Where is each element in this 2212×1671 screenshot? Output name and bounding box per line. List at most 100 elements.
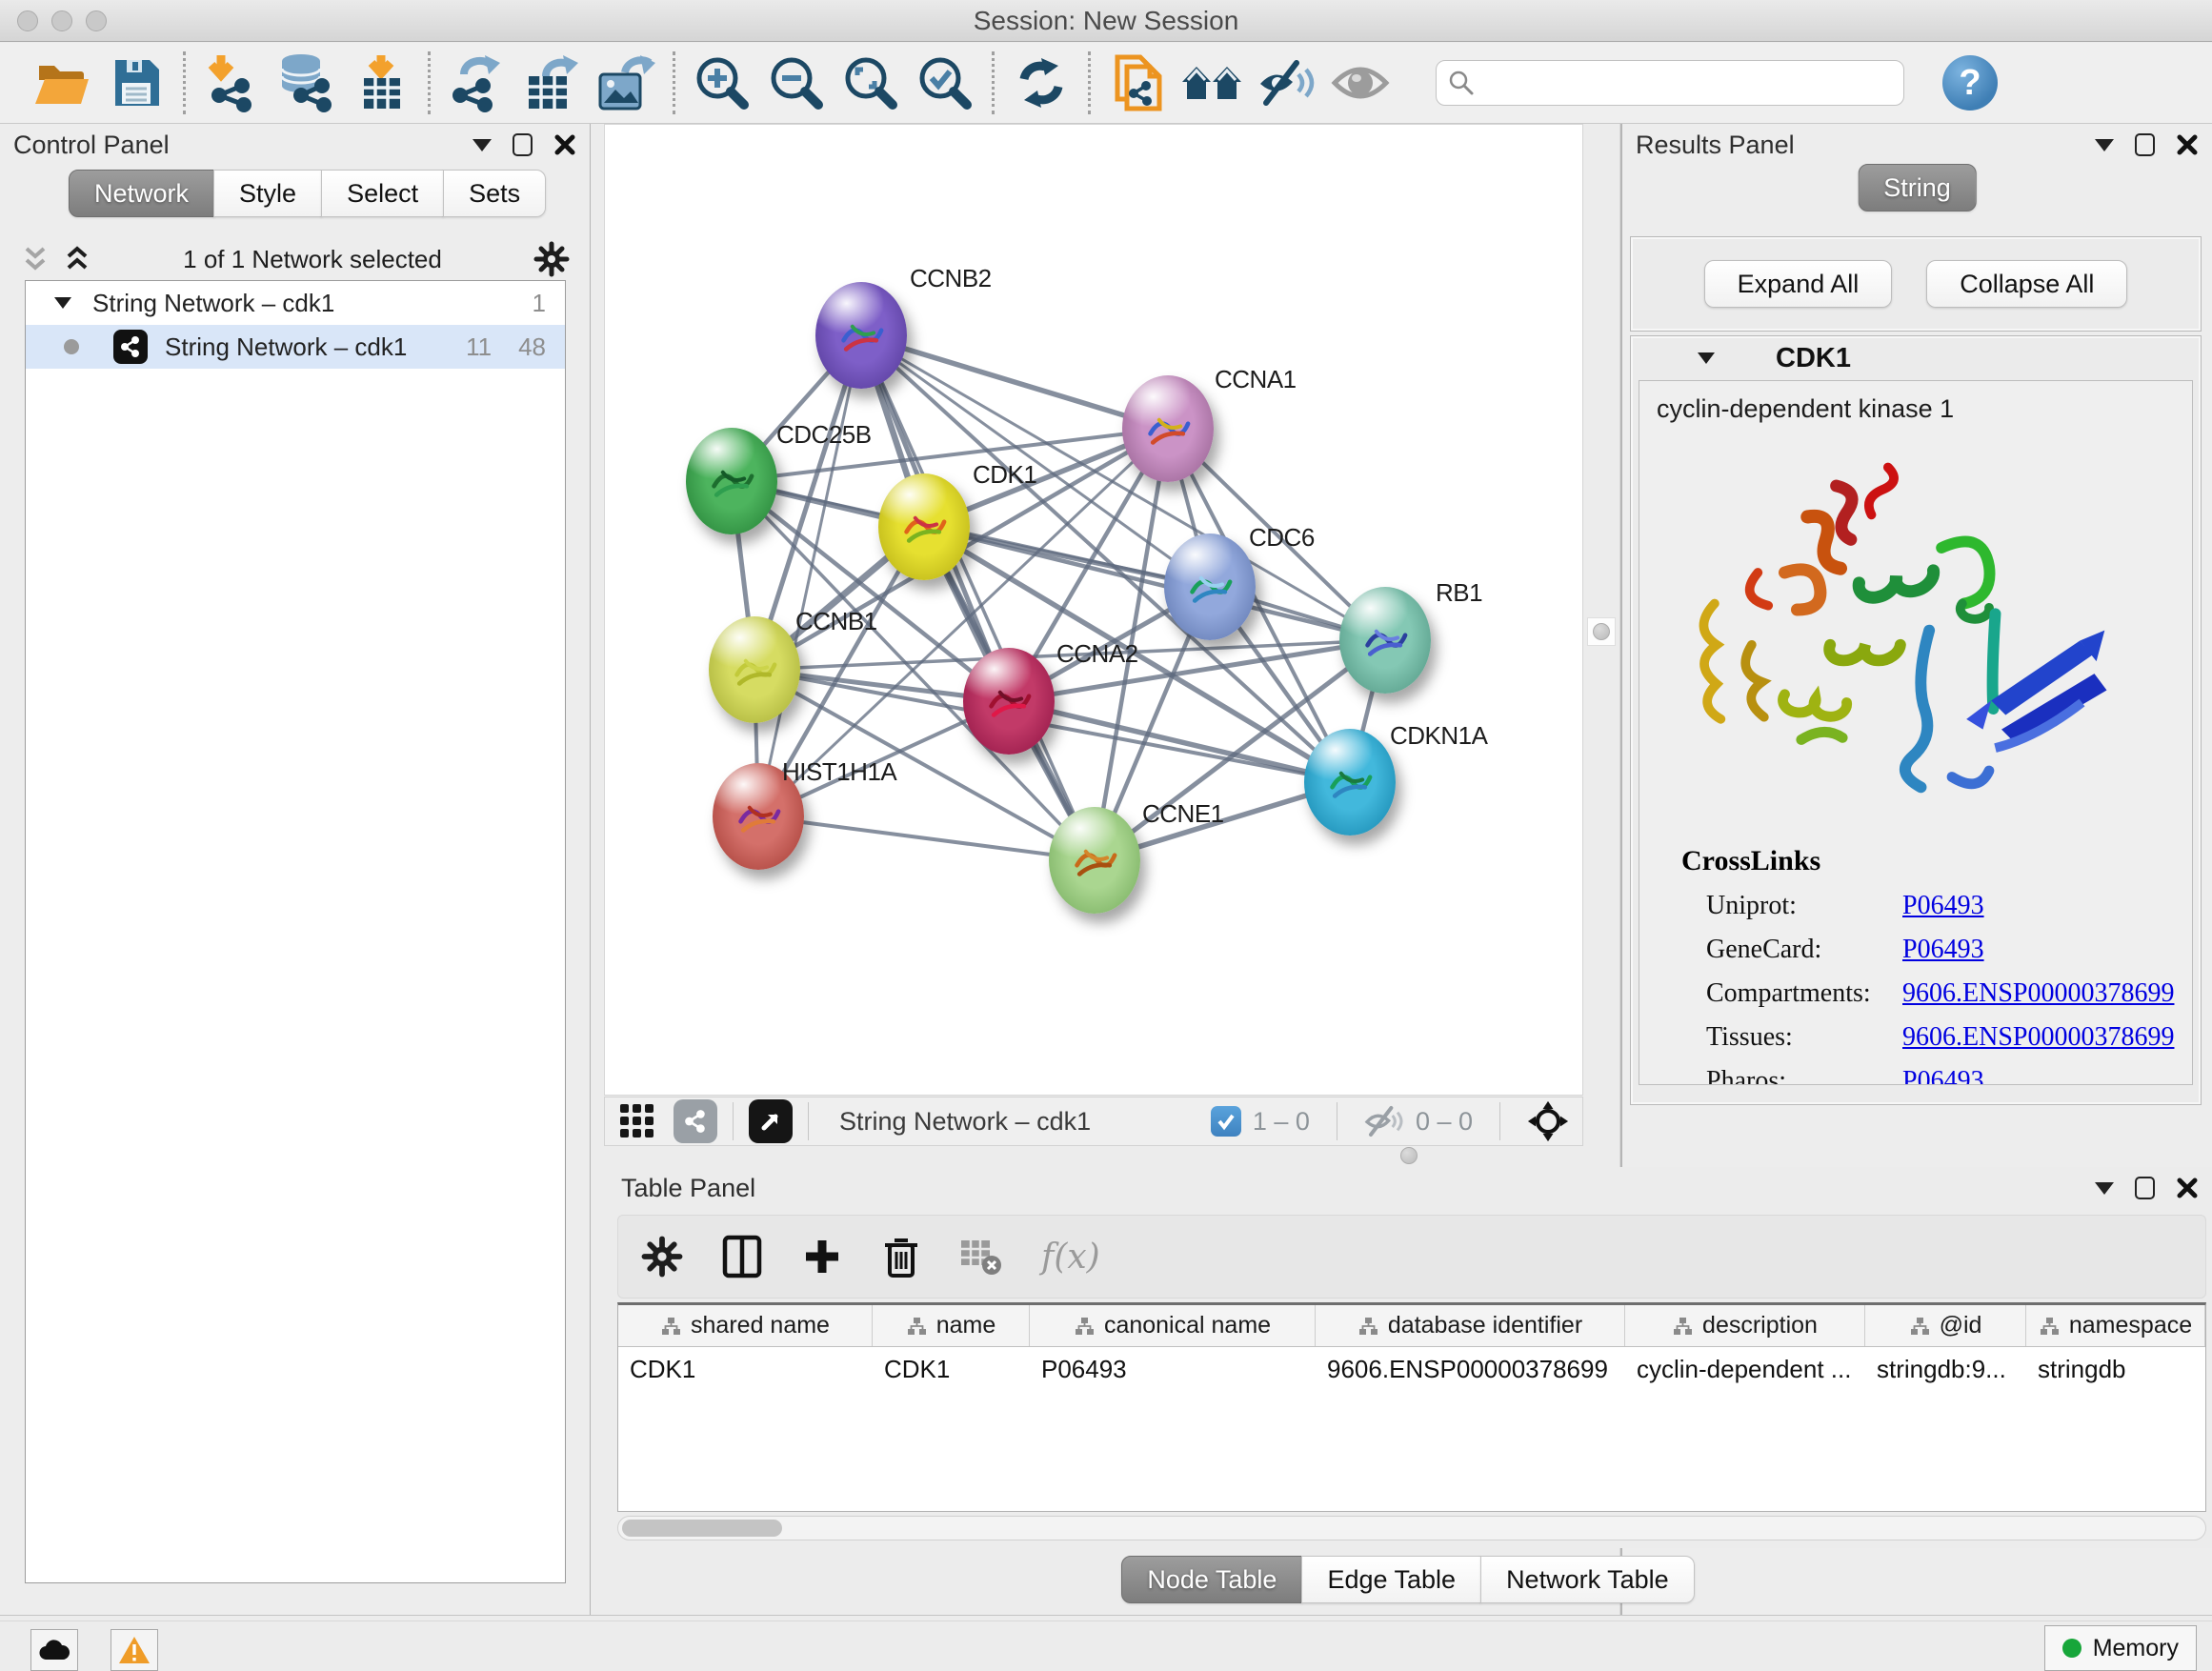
node-ccna2[interactable] [963, 648, 1055, 755]
crosslink-link[interactable]: 9606.ENSP00000378699 [1902, 978, 2174, 1009]
column-header-at-id[interactable]: @id [1865, 1305, 2026, 1346]
tab-string[interactable]: String [1858, 164, 1977, 211]
import-network-database-button[interactable] [270, 47, 344, 119]
show-hidden-button[interactable] [1323, 47, 1398, 119]
node-cdkn1a[interactable] [1304, 729, 1396, 836]
edge-CDK1-RB1[interactable] [924, 527, 1385, 640]
function-builder-button[interactable]: f(x) [1041, 1238, 1100, 1277]
node-ccna1[interactable] [1122, 375, 1214, 482]
panel-float-icon[interactable] [2135, 133, 2155, 156]
zoom-out-button[interactable] [759, 47, 834, 119]
warning-button[interactable] [111, 1629, 158, 1671]
tab-network[interactable]: Network [69, 170, 214, 217]
edge-CCNE1-HIST1H1A[interactable] [758, 816, 1095, 860]
table-cell[interactable]: stringdb:9... [1865, 1347, 2026, 1391]
node-rb1[interactable] [1339, 587, 1431, 694]
import-network-file-button[interactable] [195, 47, 270, 119]
vertical-splitter-handle[interactable] [1587, 617, 1616, 646]
apply-layout-button[interactable] [1004, 47, 1078, 119]
collapse-all-button[interactable]: Collapse All [1926, 260, 2127, 308]
table-cell[interactable]: cyclin-dependent ... [1625, 1347, 1865, 1391]
tab-select[interactable]: Select [321, 170, 444, 217]
hide-selected-button[interactable] [1249, 47, 1323, 119]
node-cdc6[interactable] [1164, 534, 1256, 640]
panel-close-icon[interactable] [2176, 1177, 2199, 1199]
edge-CCNB2-CCNA1[interactable] [861, 335, 1168, 429]
expand-all-icon[interactable] [63, 245, 91, 273]
selected-checkbox[interactable] [1211, 1106, 1241, 1137]
open-session-button[interactable] [25, 47, 99, 119]
node-label-cdc6: CDC6 [1249, 523, 1315, 553]
birdseye-view-button[interactable] [749, 1099, 793, 1143]
column-header-namespace[interactable]: namespace [2026, 1305, 2205, 1346]
node-ccnb2[interactable] [815, 282, 907, 389]
delete-table-icon[interactable] [959, 1237, 1003, 1277]
node-cdk1[interactable] [878, 473, 970, 580]
network-selection-status: 1 of 1 Network selected [91, 245, 533, 274]
table-row[interactable]: CDK1CDK1P064939606.ENSP00000378699cyclin… [618, 1347, 2205, 1391]
horizontal-splitter-handle[interactable] [1393, 1145, 1425, 1166]
collapse-all-icon[interactable] [21, 245, 50, 273]
tab-edge-table[interactable]: Edge Table [1301, 1556, 1481, 1603]
first-neighbors-button[interactable] [1175, 47, 1249, 119]
table-horizontal-scrollbar[interactable] [617, 1516, 2206, 1540]
plus-icon[interactable] [801, 1236, 843, 1278]
gear-icon[interactable] [641, 1236, 683, 1278]
crosslink-link[interactable]: 9606.ENSP00000378699 [1902, 1022, 2174, 1053]
tab-network-table[interactable]: Network Table [1480, 1556, 1695, 1603]
tab-sets[interactable]: Sets [443, 170, 546, 217]
network-row[interactable]: String Network – cdk1 11 48 [26, 325, 565, 369]
column-header-database-identifier[interactable]: database identifier [1316, 1305, 1625, 1346]
node-ccnb1[interactable] [709, 616, 800, 723]
memory-button[interactable]: Memory [2044, 1625, 2197, 1671]
panel-float-icon[interactable] [2135, 1177, 2155, 1199]
node-ccne1[interactable] [1049, 807, 1140, 914]
node-cdc25b[interactable] [686, 428, 777, 534]
save-session-button[interactable] [99, 47, 173, 119]
panel-collapse-icon[interactable] [473, 139, 492, 151]
network-canvas[interactable]: CCNB2CCNA1CDC25BCDK1CDC6RB1CCNB1CCNA2CDK… [604, 124, 1583, 1096]
grid-view-icon[interactable] [618, 1102, 656, 1140]
table-cell[interactable]: CDK1 [873, 1347, 1030, 1391]
panel-float-icon[interactable] [513, 133, 533, 156]
network-collection-row[interactable]: String Network – cdk1 1 [26, 281, 565, 325]
edge-CCNB2-HIST1H1A[interactable] [758, 335, 861, 816]
tab-node-table[interactable]: Node Table [1121, 1556, 1302, 1603]
panel-close-icon[interactable] [2176, 133, 2199, 156]
table-cell[interactable]: 9606.ENSP00000378699 [1316, 1347, 1625, 1391]
help-button[interactable]: ? [1942, 55, 1998, 111]
columns-icon[interactable] [721, 1234, 763, 1279]
search-input[interactable] [1482, 69, 1892, 98]
zoom-in-button[interactable] [685, 47, 759, 119]
export-table-button[interactable] [514, 47, 589, 119]
expand-all-button[interactable]: Expand All [1704, 260, 1893, 308]
import-table-file-button[interactable] [344, 47, 418, 119]
column-header-canonical-name[interactable]: canonical name [1030, 1305, 1316, 1346]
entry-expander-icon[interactable] [1698, 352, 1715, 364]
trash-icon[interactable] [881, 1234, 921, 1279]
new-network-from-selection-button[interactable] [1100, 47, 1175, 119]
zoom-fit-button[interactable] [834, 47, 908, 119]
tree-expander-icon[interactable] [54, 297, 71, 309]
export-image-button[interactable] [589, 47, 663, 119]
cloud-button[interactable] [30, 1629, 78, 1671]
crosslink-link[interactable]: P06493 [1902, 935, 1984, 965]
zoom-selected-button[interactable] [908, 47, 982, 119]
table-cell[interactable]: CDK1 [618, 1347, 873, 1391]
panel-close-icon[interactable] [553, 133, 576, 156]
tab-style[interactable]: Style [213, 170, 322, 217]
column-header-name[interactable]: name [873, 1305, 1030, 1346]
panel-collapse-icon[interactable] [2095, 139, 2114, 151]
export-network-button[interactable] [440, 47, 514, 119]
table-cell[interactable]: stringdb [2026, 1347, 2205, 1391]
column-header-shared-name[interactable]: shared name [618, 1305, 873, 1346]
table-cell[interactable]: P06493 [1030, 1347, 1316, 1391]
crosshair-icon[interactable] [1527, 1100, 1569, 1142]
column-header-description[interactable]: description [1625, 1305, 1865, 1346]
crosslink-link[interactable]: P06493 [1902, 1066, 1984, 1085]
crosslink-link[interactable]: P06493 [1902, 891, 1984, 921]
gear-icon[interactable] [533, 241, 570, 277]
scrollbar-thumb[interactable] [622, 1520, 782, 1537]
panel-collapse-icon[interactable] [2095, 1182, 2114, 1195]
network-style-button[interactable] [674, 1099, 717, 1143]
